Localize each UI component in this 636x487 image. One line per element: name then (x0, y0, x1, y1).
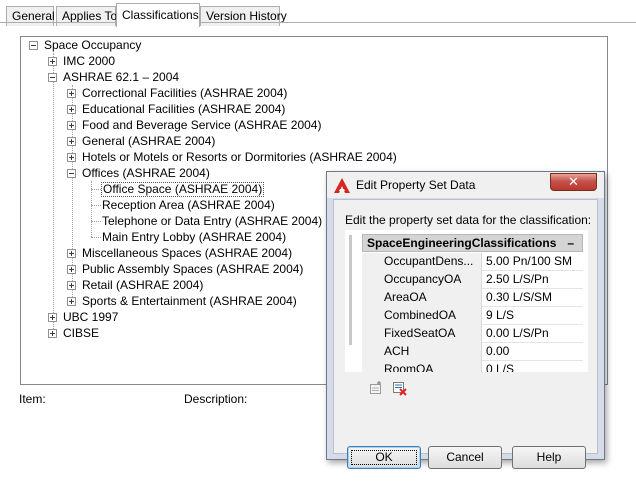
help-label: Help (536, 450, 562, 464)
property-row[interactable]: CombinedOA 9 L/S (362, 307, 583, 325)
edit-property-set-data-dialog: Edit Property Set Data ✕ Edit the proper… (326, 171, 605, 469)
property-value[interactable]: 5.00 Pn/100 SM (486, 253, 572, 270)
cancel-button[interactable]: Cancel (428, 446, 502, 469)
item-label: Item: (19, 392, 46, 406)
dialog-body: Edit the property set data for the class… (333, 199, 598, 469)
property-row[interactable]: FixedSeatOA 0.00 L/S/Pn (362, 325, 583, 343)
expand-icon[interactable] (48, 313, 57, 322)
tree-connector (53, 53, 54, 335)
tree-node-label: UBC 1997 (63, 310, 119, 324)
tree-node-label: Telephone or Data Entry (ASHRAE 2004) (102, 214, 323, 228)
property-row[interactable]: ACH 0.00 (362, 343, 583, 361)
expand-icon[interactable] (67, 281, 76, 290)
property-name: OccupantDens... (362, 253, 482, 271)
ok-button[interactable]: OK (347, 446, 421, 469)
property-value[interactable]: 2.50 L/S/Pn (486, 271, 549, 288)
collapse-icon[interactable]: – (567, 235, 574, 251)
close-icon: ✕ (568, 174, 579, 189)
property-name: AreaOA (362, 289, 482, 307)
property-value[interactable]: 0.00 (486, 343, 509, 360)
property-set-header[interactable]: SpaceEngineeringClassifications – (362, 234, 583, 252)
tree-node-label: Educational Facilities (ASHRAE 2004) (82, 102, 286, 116)
add-property-set-icon[interactable] (369, 381, 383, 395)
tree-node-label: ASHRAE 62.1 – 2004 (63, 70, 180, 84)
tree-node-label: Hotels or Motels or Resorts or Dormitori… (82, 150, 397, 164)
tree-node-label: Offices (ASHRAE 2004) (82, 166, 210, 180)
tree-connector (91, 221, 101, 222)
dialog-title: Edit Property Set Data (356, 178, 476, 192)
property-name: RoomOA (362, 361, 482, 372)
remove-property-set-icon[interactable] (393, 382, 407, 396)
tab-applies-to[interactable]: Applies To (56, 6, 117, 26)
tree-node-label: Public Assembly Spaces (ASHRAE 2004) (82, 262, 304, 276)
property-row[interactable]: OccupantDens... 5.00 Pn/100 SM (362, 253, 583, 271)
property-row[interactable]: AreaOA 0.30 L/S/SM (362, 289, 583, 307)
expand-icon[interactable] (67, 249, 76, 258)
expand-icon[interactable] (67, 297, 76, 306)
tree-connector (91, 189, 101, 190)
property-name: CombinedOA (362, 307, 482, 325)
expand-icon[interactable] (67, 153, 76, 162)
collapse-icon[interactable] (67, 169, 76, 178)
property-set-name: SpaceEngineeringClassifications (367, 236, 557, 250)
property-name: OccupancyOA (362, 271, 482, 289)
tab-general[interactable]: General (6, 6, 55, 26)
tree-node-label: Food and Beverage Service (ASHRAE 2004) (82, 118, 322, 132)
expand-icon[interactable] (48, 329, 57, 338)
property-name: ACH (362, 343, 482, 361)
focus-rect (351, 450, 417, 465)
expand-icon[interactable] (67, 89, 76, 98)
expand-icon[interactable] (67, 121, 76, 130)
tree-node-label: Reception Area (ASHRAE 2004) (102, 198, 275, 212)
expand-icon[interactable] (67, 137, 76, 146)
tab-version-history[interactable]: Version History (200, 6, 287, 26)
tab-classifications[interactable]: Classifications (116, 3, 200, 27)
tree-node-label: Miscellaneous Spaces (ASHRAE 2004) (82, 246, 293, 260)
property-set-grid: SpaceEngineeringClassifications – Occupa… (345, 230, 588, 372)
close-button[interactable]: ✕ (550, 173, 597, 191)
tree-node-label: Sports & Entertainment (ASHRAE 2004) (82, 294, 297, 308)
tree-node-label: Space Occupancy (44, 38, 142, 52)
property-value[interactable]: 0.00 L/S/Pn (486, 325, 549, 342)
description-label: Description: (184, 392, 248, 406)
tree-node-label: Office Space (ASHRAE 2004) (101, 182, 265, 197)
autocad-icon (334, 178, 350, 196)
property-value[interactable]: 0.30 L/S/SM (486, 289, 552, 306)
grid-scrollbar[interactable] (349, 235, 352, 345)
expand-icon[interactable] (67, 105, 76, 114)
expand-icon[interactable] (67, 265, 76, 274)
tree-node-label: Retail (ASHRAE 2004) (82, 278, 204, 292)
tree-connector (91, 237, 101, 238)
tree-connector (91, 205, 101, 206)
tree-node-label: General (ASHRAE 2004) (82, 134, 216, 148)
tree-node-label: Main Entry Lobby (ASHRAE 2004) (102, 230, 287, 244)
expand-icon[interactable] (48, 57, 57, 66)
help-button[interactable]: Help (512, 446, 586, 469)
property-value[interactable]: 0 L/S (486, 361, 514, 372)
tab-divider (0, 22, 636, 23)
dialog-prompt: Edit the property set data for the class… (345, 213, 592, 227)
property-name: FixedSeatOA (362, 325, 482, 343)
property-row[interactable]: RoomOA 0 L/S (362, 361, 583, 372)
tree-node-label: Correctional Facilities (ASHRAE 2004) (82, 86, 288, 100)
collapse-icon[interactable] (48, 73, 57, 82)
dialog-title-bar[interactable]: Edit Property Set Data ✕ (327, 172, 604, 198)
tree-node-label: IMC 2000 (63, 54, 116, 68)
property-value[interactable]: 9 L/S (486, 307, 514, 324)
cancel-label: Cancel (446, 450, 484, 464)
collapse-icon[interactable] (29, 41, 38, 50)
property-row[interactable]: OccupancyOA 2.50 L/S/Pn (362, 271, 583, 289)
tree-node-label: CIBSE (63, 326, 100, 340)
